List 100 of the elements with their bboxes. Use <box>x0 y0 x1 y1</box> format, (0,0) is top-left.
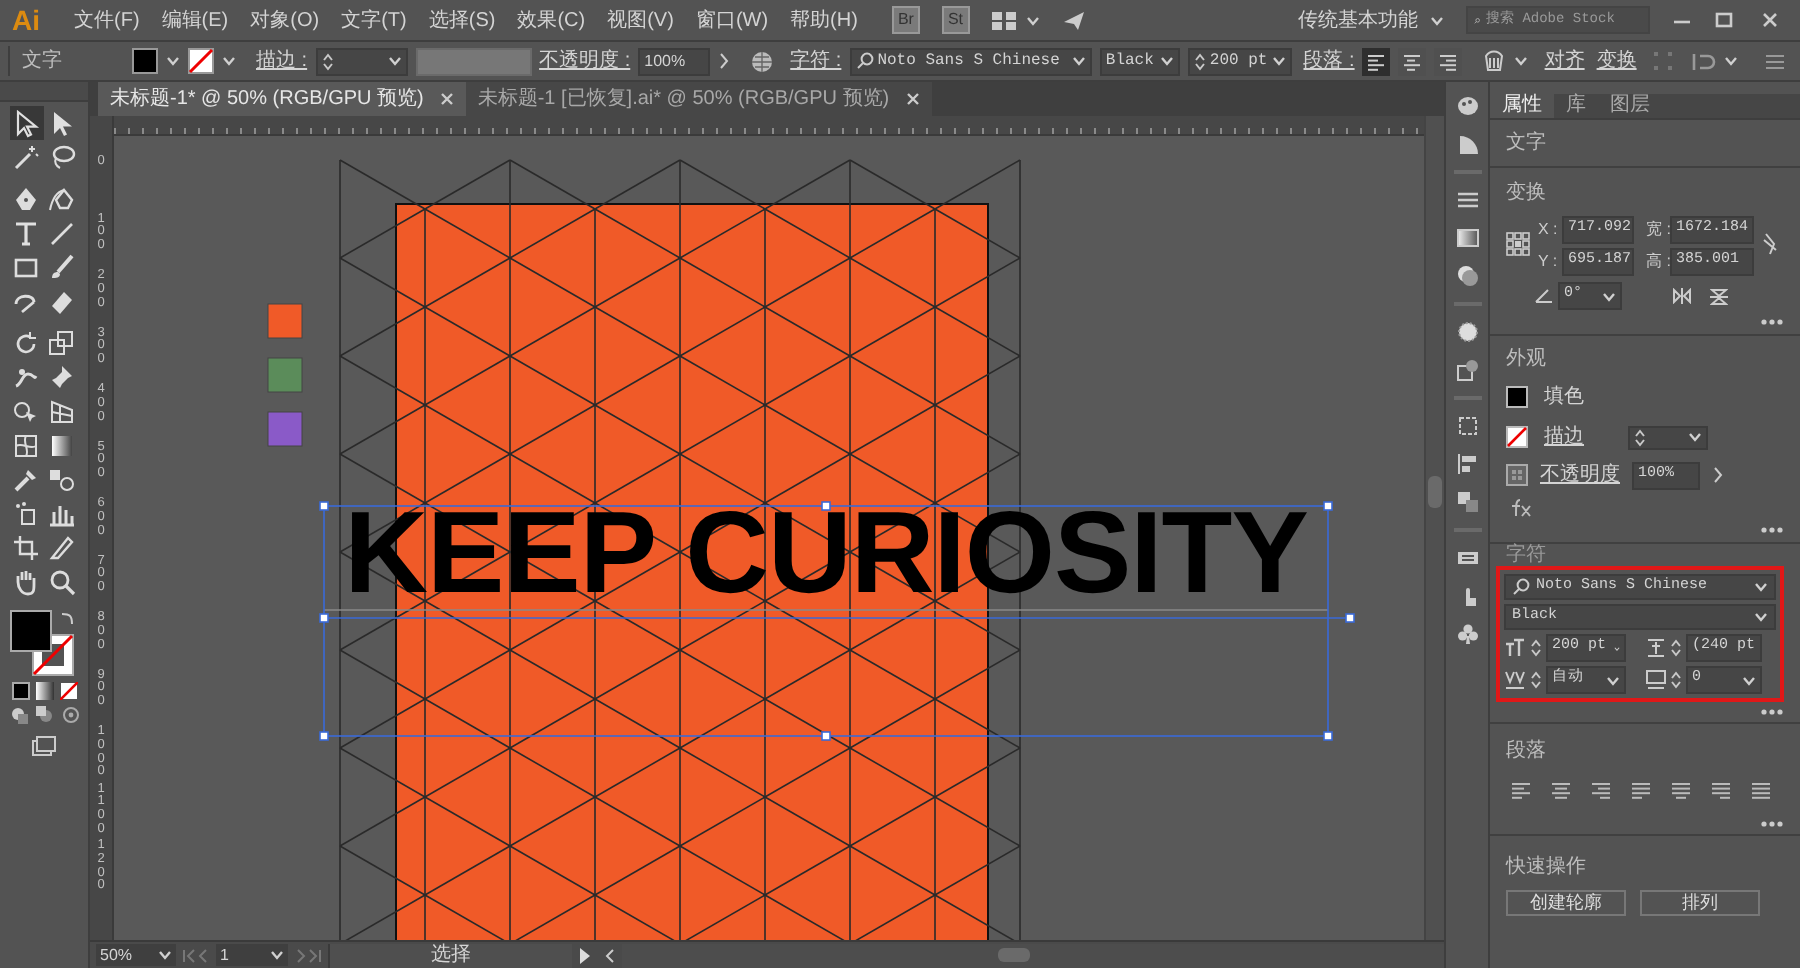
artboard-field[interactable]: 1 <box>216 944 288 966</box>
font-size-field[interactable]: 200 pt <box>1187 47 1292 75</box>
text-wrap-icon[interactable] <box>1692 51 1716 71</box>
selection-tool-button[interactable] <box>9 106 43 140</box>
font-style-field[interactable]: Black <box>1099 47 1180 75</box>
chevron-right-icon[interactable] <box>1712 466 1724 484</box>
menu-item[interactable]: 效果(C) <box>509 5 594 35</box>
spinner-icon[interactable] <box>1530 670 1542 690</box>
panel-tab[interactable]: 图层 <box>1598 92 1662 118</box>
transparency-circles-icon[interactable] <box>1455 264 1479 288</box>
workspace-switcher[interactable]: 传统基本功能 <box>1298 5 1418 35</box>
align-left-bars-icon[interactable] <box>1455 452 1479 476</box>
flip-vertical-icon[interactable] <box>1710 287 1728 305</box>
gradient-icon[interactable] <box>1455 226 1479 250</box>
caret-icon[interactable] <box>1754 612 1768 622</box>
menu-item[interactable]: 对象(O) <box>242 5 328 35</box>
caret-icon[interactable] <box>1159 56 1174 66</box>
pathfinder-icon[interactable] <box>1455 490 1479 514</box>
play-icon[interactable] <box>578 947 592 963</box>
caret-icon[interactable] <box>1754 582 1768 592</box>
paper-plane-icon[interactable] <box>1061 9 1085 31</box>
fx-icon[interactable] <box>1510 498 1534 518</box>
close-icon[interactable] <box>1760 10 1780 30</box>
dotted-grid-icon[interactable] <box>1654 52 1672 70</box>
draw-inside-icon[interactable] <box>61 706 79 724</box>
spinner-icon[interactable] <box>1530 638 1542 658</box>
palette-icon[interactable] <box>1455 94 1479 118</box>
glyph-grid-icon[interactable] <box>1482 49 1507 73</box>
menu-item[interactable]: 帮助(H) <box>782 5 866 35</box>
fill-color-square[interactable] <box>10 610 52 652</box>
chevron-right-icon[interactable] <box>718 52 731 70</box>
stroke-weight-field[interactable] <box>315 47 408 75</box>
caret-icon[interactable] <box>1602 291 1616 301</box>
scrollbar-thumb[interactable] <box>1428 476 1442 508</box>
maximize-icon[interactable] <box>1714 10 1734 30</box>
vertical-scrollbar[interactable] <box>1424 116 1444 940</box>
font-family-field[interactable]: Noto Sans S Chinese <box>849 47 1092 75</box>
menu-item[interactable]: 窗口(W) <box>687 5 777 35</box>
menu-item[interactable]: 文字(T) <box>333 5 415 35</box>
reference-point-icon[interactable] <box>1506 232 1530 256</box>
document-tab[interactable]: 未标题-1* @ 50% (RGB/GPU 预览) <box>98 82 466 116</box>
menu-item[interactable]: 文件(F) <box>66 5 148 35</box>
more-options-icon[interactable] <box>1760 820 1784 828</box>
no-stroke-swatch-icon[interactable] <box>188 48 214 74</box>
screen-mode-icon[interactable] <box>32 736 56 756</box>
caret-icon[interactable] <box>270 950 284 960</box>
link-broken-icon[interactable] <box>1762 232 1778 256</box>
caret-icon[interactable] <box>1071 56 1086 66</box>
panel-menu-icon[interactable] <box>1766 53 1784 69</box>
opacity-link[interactable]: 不透明度 : <box>539 46 631 76</box>
caret-icon[interactable] <box>387 56 402 66</box>
paragraph-justify-right-button[interactable] <box>1706 778 1736 802</box>
character-link[interactable]: 字符 : <box>790 46 842 76</box>
paragraph-justify-left-button[interactable] <box>1626 778 1656 802</box>
globe-icon[interactable] <box>750 49 775 73</box>
club-icon[interactable] <box>1455 622 1479 646</box>
spinner-icon[interactable] <box>1634 427 1646 447</box>
chevron-left-icon[interactable] <box>604 947 616 963</box>
more-options-icon[interactable] <box>1760 526 1784 534</box>
menu-item[interactable]: 视图(V) <box>599 5 682 35</box>
opacity-field[interactable]: 100% <box>638 47 711 75</box>
menu-item[interactable]: 选择(S) <box>420 5 504 35</box>
sunburst-icon[interactable] <box>1455 320 1479 344</box>
paragraph-left-button[interactable] <box>1506 778 1536 802</box>
more-options-icon[interactable] <box>1760 708 1784 716</box>
caret-icon[interactable] <box>166 56 180 66</box>
caret-icon[interactable] <box>1742 675 1756 685</box>
menu-item[interactable]: 编辑(E) <box>153 5 237 35</box>
checkerboard-icon[interactable] <box>1506 464 1528 486</box>
bridge-button[interactable]: Br <box>891 6 920 34</box>
quick-action-button[interactable]: 排列 <box>1640 890 1760 916</box>
zoom-field[interactable]: 50% <box>96 944 176 966</box>
panel-tab[interactable]: 属性 <box>1490 92 1554 118</box>
scale-tool-button[interactable] <box>45 326 79 360</box>
caret-icon[interactable] <box>1271 56 1286 66</box>
align-left-button[interactable] <box>1362 47 1391 75</box>
draw-behind-icon[interactable] <box>35 706 53 724</box>
gradient-mode-icon[interactable] <box>35 682 53 700</box>
opacity-link[interactable]: 不透明度 <box>1540 460 1620 490</box>
quick-action-button[interactable]: 创建轮廓 <box>1506 890 1626 916</box>
caret-icon[interactable] <box>1724 56 1738 66</box>
transform-box-icon[interactable] <box>1455 414 1479 438</box>
stroke-weight-field[interactable] <box>1628 425 1708 449</box>
caret-icon[interactable] <box>1430 15 1444 25</box>
paragraph-right-button[interactable] <box>1586 778 1616 802</box>
spinner-icon[interactable] <box>1670 670 1682 690</box>
caret-icon[interactable] <box>1025 15 1039 25</box>
caret-icon[interactable] <box>1606 675 1620 685</box>
align-link[interactable]: 对齐 <box>1544 46 1585 76</box>
keyboard-icon[interactable] <box>1455 546 1479 570</box>
paragraph-justify-all-button[interactable] <box>1746 778 1776 802</box>
transform-link[interactable]: 变换 <box>1596 46 1637 76</box>
stroke-lines-icon[interactable] <box>1455 188 1479 212</box>
stock-button[interactable]: St <box>941 6 969 34</box>
panel-tab[interactable]: 库 <box>1554 92 1598 118</box>
stroke-link[interactable]: 描边 : <box>256 46 308 76</box>
flip-horizontal-icon[interactable] <box>1672 288 1692 304</box>
fill-swatch[interactable] <box>1506 386 1528 408</box>
spinner-icon[interactable] <box>321 51 334 71</box>
stroke-link[interactable]: 描边 <box>1544 422 1584 452</box>
